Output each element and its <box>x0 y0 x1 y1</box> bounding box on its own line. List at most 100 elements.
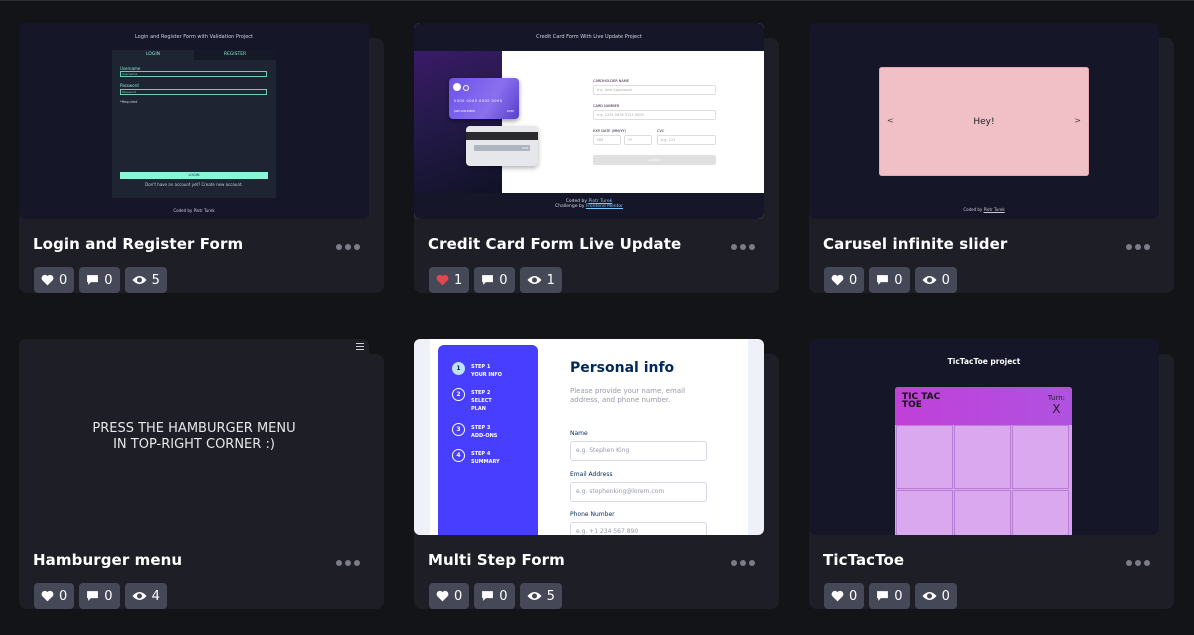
comment-button[interactable]: 0 <box>474 583 515 609</box>
pen-title[interactable]: Multi Step Form <box>428 551 565 569</box>
step-label: STEP 1 <box>471 364 491 370</box>
challenge-name: Frontend Mentor <box>585 204 624 209</box>
comment-button[interactable]: 0 <box>869 267 910 293</box>
phone-label: Phone Number <box>570 511 615 518</box>
pen-card-carousel[interactable]: < Hey! > Coded by Piotr Turek Carusel in… <box>809 23 1174 293</box>
pen-title[interactable]: Carusel infinite slider <box>823 235 1007 253</box>
challenge-prefix: Challenge by <box>554 204 586 209</box>
pen-preview[interactable]: 1 STEP 1 YOUR INFO 2 STEP 2 SELECT PLAN 3 … <box>414 339 764 535</box>
board-cell <box>896 425 953 489</box>
more-dots-icon[interactable] <box>731 560 755 566</box>
pen-preview[interactable]: Login and Register Form with Validation … <box>19 23 369 219</box>
email-label: Email Address <box>570 471 613 478</box>
pen-title[interactable]: Credit Card Form Live Update <box>428 235 681 253</box>
step-2: 2 STEP 2 SELECT PLAN <box>452 388 505 413</box>
next-arrow: > <box>1074 116 1081 125</box>
step-label: STEP 4 <box>471 451 491 457</box>
form-heading: Personal info <box>570 360 675 376</box>
pen-stats: 0 0 5 <box>34 267 167 293</box>
username-input: Username <box>120 71 267 77</box>
cardholder-label: CARDHOLDER NAME <box>593 79 629 83</box>
heart-icon <box>41 590 54 602</box>
exp-mm-input: MM <box>593 135 621 145</box>
turn-indicator: Turn: X <box>1048 394 1065 416</box>
more-dots-icon[interactable] <box>336 244 360 250</box>
view-button[interactable]: 4 <box>124 583 167 609</box>
heart-icon <box>436 590 449 602</box>
comment-count: 0 <box>104 272 113 288</box>
eye-icon <box>922 592 937 600</box>
like-button[interactable]: 0 <box>429 583 470 609</box>
cvc-input: e.g. 123 <box>657 135 716 145</box>
exp-yy-input: YY <box>624 135 652 145</box>
card-back: 000 <box>466 126 538 166</box>
pen-preview[interactable]: Credit Card Form With Live Update Projec… <box>414 23 764 219</box>
card-number: 0000 0000 0000 0000 <box>454 99 503 103</box>
step-label: STEP 2 <box>471 390 491 396</box>
pen-stats: 0 0 4 <box>34 583 167 609</box>
like-count: 0 <box>59 588 68 604</box>
heart-icon <box>831 274 844 286</box>
comment-icon <box>482 591 494 601</box>
comment-icon <box>87 591 99 601</box>
pen-card-tictactoe[interactable]: TicTacToe project TIC TAC TOE Turn: X Ti… <box>809 339 1174 609</box>
email-input: e.g. stephenking@lorem.com <box>570 482 707 502</box>
pen-title[interactable]: Login and Register Form <box>33 235 243 253</box>
pen-preview[interactable]: PRESS THE HAMBURGER MENU IN TOP-RIGHT CO… <box>19 339 369 535</box>
pen-preview[interactable]: < Hey! > Coded by Piotr Turek <box>809 23 1159 219</box>
pen-card-login-register[interactable]: Login and Register Form with Validation … <box>19 23 384 293</box>
preview-heading: Login and Register Form with Validation … <box>134 34 254 40</box>
step-label: STEP 3 <box>471 425 491 431</box>
confirm-button: Confirm <box>593 155 716 165</box>
board-cell <box>954 425 1011 489</box>
view-button[interactable]: 5 <box>519 583 562 609</box>
pen-preview[interactable]: TicTacToe project TIC TAC TOE Turn: X <box>809 339 1159 535</box>
more-dots-icon[interactable] <box>336 560 360 566</box>
pen-title[interactable]: TicTacToe <box>823 551 904 569</box>
more-dots-icon[interactable] <box>731 244 755 250</box>
board-cell <box>954 490 1011 535</box>
more-dots-icon[interactable] <box>1126 560 1150 566</box>
card-front: 0000 0000 0000 0000 JANE APPLESEED 00/00 <box>449 78 519 119</box>
pen-card-multi-step[interactable]: 1 STEP 1 YOUR INFO 2 STEP 2 SELECT PLAN 3 … <box>414 339 779 609</box>
pen-card-credit-card[interactable]: Credit Card Form With Live Update Projec… <box>414 23 779 293</box>
like-button[interactable]: 0 <box>824 583 865 609</box>
step-name: SUMMARY <box>471 459 500 465</box>
like-button[interactable]: 1 <box>429 267 470 293</box>
comment-icon <box>87 275 99 285</box>
comment-count: 0 <box>499 272 508 288</box>
eye-icon <box>132 592 147 600</box>
register-link: Don't have an account yet? Create new ac… <box>145 182 243 187</box>
board-cell <box>1012 425 1069 489</box>
preview-footer: Coded by Piotr Turek Challenge by Fronte… <box>414 193 764 219</box>
pen-card-hamburger[interactable]: PRESS THE HAMBURGER MENU IN TOP-RIGHT CO… <box>19 339 384 609</box>
coded-by: Coded by Piotr Turek <box>809 207 1159 212</box>
view-button[interactable]: 0 <box>914 583 957 609</box>
pen-title[interactable]: Hamburger menu <box>33 551 182 569</box>
step-number: 1 <box>452 362 465 375</box>
comment-icon <box>877 275 889 285</box>
view-button[interactable]: 0 <box>914 267 957 293</box>
card-exp: 00/00 <box>506 110 514 113</box>
comment-button[interactable]: 0 <box>79 267 120 293</box>
card-name: JANE APPLESEED <box>454 110 476 113</box>
step-name: SELECT PLAN <box>471 398 492 412</box>
comment-button[interactable]: 0 <box>79 583 120 609</box>
password-label: Password <box>120 83 139 88</box>
comment-button[interactable]: 0 <box>869 583 910 609</box>
password-input: Password <box>120 89 267 95</box>
like-button[interactable]: 0 <box>34 583 75 609</box>
like-button[interactable]: 0 <box>824 267 865 293</box>
like-count: 0 <box>849 588 858 604</box>
more-dots-icon[interactable] <box>1126 244 1150 250</box>
comment-count: 0 <box>499 588 508 604</box>
turn-value: X <box>1052 402 1061 416</box>
like-button[interactable]: 0 <box>34 267 75 293</box>
preview-heading: Credit Card Form With Live Update Projec… <box>536 34 642 40</box>
step-number: 3 <box>452 423 465 436</box>
view-button[interactable]: 5 <box>124 267 167 293</box>
like-count: 0 <box>59 272 68 288</box>
hamburger-icon <box>356 343 364 350</box>
view-button[interactable]: 1 <box>519 267 562 293</box>
comment-button[interactable]: 0 <box>474 267 515 293</box>
